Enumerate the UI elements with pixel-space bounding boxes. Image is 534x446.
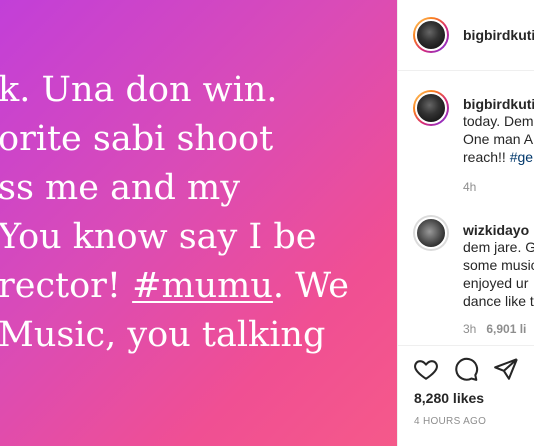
comment-time[interactable]: 3h bbox=[463, 322, 476, 336]
share-button[interactable] bbox=[493, 356, 519, 382]
post-text-line: You know say I be bbox=[0, 217, 317, 257]
post-text-fragment: rector! bbox=[0, 266, 121, 306]
likes-count[interactable]: 8,280 likes bbox=[414, 390, 484, 406]
comment-avatar[interactable] bbox=[413, 215, 449, 251]
post-text-line: Music, you talking bbox=[0, 315, 326, 355]
post-text-fragment: . We bbox=[272, 266, 350, 306]
post-time-ago[interactable]: 4 HOURS AGO bbox=[414, 416, 486, 427]
caption-username[interactable]: bigbirdkuti bbox=[463, 96, 534, 112]
header-username[interactable]: bigbirdkuti bbox=[463, 27, 534, 43]
caption-line: One man A bbox=[463, 131, 534, 147]
caption-line: today. Dem bbox=[463, 113, 534, 129]
post-image[interactable]: k. Una don win. orite sabi shoot ss me a… bbox=[0, 0, 397, 446]
caption-hashtag[interactable]: #ge bbox=[510, 149, 533, 165]
caption-time[interactable]: 4h bbox=[463, 180, 476, 194]
post-text-line: ss me and my bbox=[0, 168, 240, 208]
post-text-hashtag: #mumu bbox=[132, 266, 273, 306]
comment-username[interactable]: wizkidayo bbox=[463, 222, 529, 238]
avatar-image bbox=[415, 19, 447, 51]
caption-fragment: reach!! bbox=[463, 149, 506, 165]
heart-icon bbox=[414, 360, 438, 380]
post-side-panel: bigbirdkuti bigbirdkuti today. Dem One m… bbox=[397, 0, 534, 446]
comment-button[interactable] bbox=[453, 356, 479, 382]
comment-line: dem jare. G bbox=[463, 239, 534, 255]
comment-likes[interactable]: 6,901 li bbox=[486, 322, 526, 336]
comment-meta: 3h 6,901 li bbox=[463, 322, 526, 336]
avatar-image bbox=[415, 92, 447, 124]
like-button[interactable] bbox=[413, 356, 439, 382]
header-avatar[interactable] bbox=[413, 17, 449, 53]
comment-line: dance like t bbox=[463, 293, 534, 309]
caption-line: reach!! #ge bbox=[463, 148, 534, 166]
post-text-line: k. Una don win. bbox=[0, 70, 278, 110]
post-header: bigbirdkuti bbox=[398, 0, 534, 71]
share-icon bbox=[494, 358, 518, 380]
avatar-image bbox=[415, 217, 447, 249]
post-text-line: rector! #mumu. We bbox=[0, 262, 397, 311]
comment-icon bbox=[455, 357, 479, 381]
post-actions: 8,280 likes 4 HOURS AGO bbox=[398, 345, 534, 446]
comment-text: dem jare. G some music enjoyed ur dance … bbox=[463, 238, 534, 310]
comment-line: enjoyed ur bbox=[463, 275, 529, 291]
caption-avatar[interactable] bbox=[413, 90, 449, 126]
post-text-line: orite sabi shoot bbox=[0, 119, 274, 159]
comment-line: some music bbox=[463, 257, 534, 273]
post-image-text: k. Una don win. orite sabi shoot ss me a… bbox=[0, 66, 397, 360]
caption-text: today. Dem One man A reach!! #ge bbox=[463, 112, 534, 166]
